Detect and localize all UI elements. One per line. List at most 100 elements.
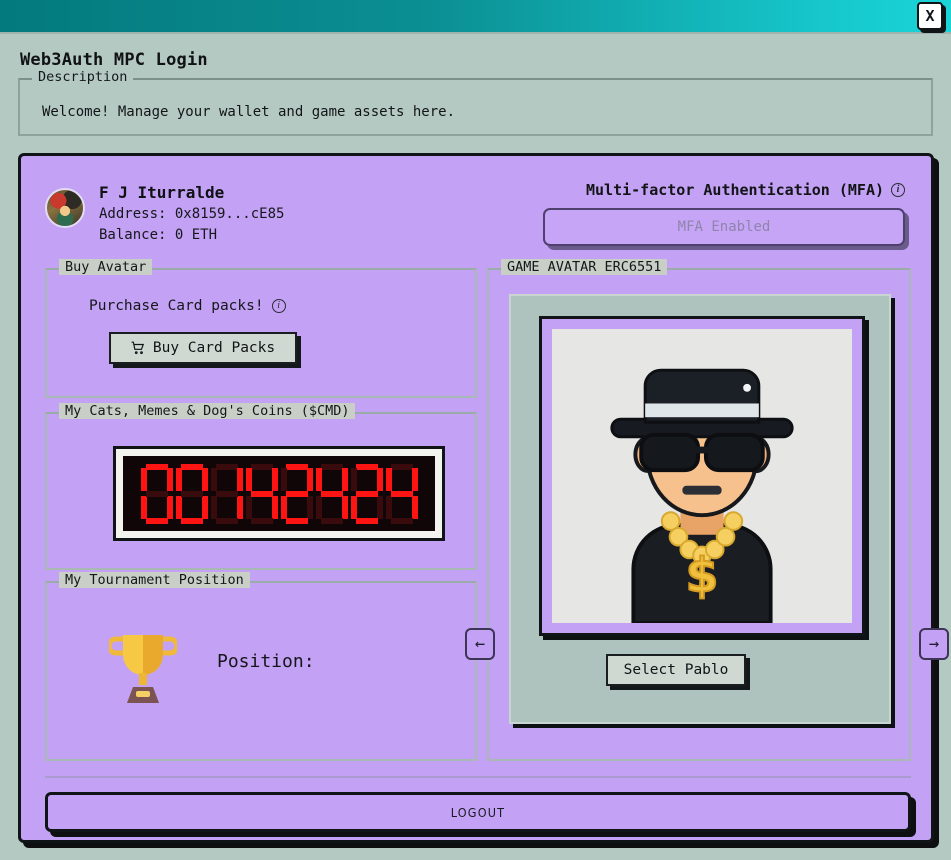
- description-group: Description Welcome! Manage your wallet …: [18, 69, 933, 136]
- led-digit: [140, 463, 174, 525]
- led-segment-f: [350, 467, 357, 491]
- led-segment-d: [285, 517, 308, 524]
- avatar: [45, 188, 85, 228]
- led-segment-a: [320, 463, 343, 470]
- led-segment-c: [341, 495, 348, 519]
- led-segment-b: [236, 467, 243, 491]
- led-digit: [175, 463, 209, 525]
- led-segment-c: [271, 495, 278, 519]
- led-segment-f: [385, 467, 392, 491]
- led-segment-d: [390, 517, 413, 524]
- description-text: Welcome! Manage your wallet and game ass…: [42, 104, 456, 120]
- game-avatar-inner-panel: $ Select Pablo: [509, 294, 891, 724]
- tournament-legend: My Tournament Position: [59, 572, 250, 588]
- led-segment-a: [285, 463, 308, 470]
- led-segment-g: [390, 490, 413, 497]
- game-avatar-legend: GAME AVATAR ERC6551: [501, 259, 668, 275]
- led-segment-d: [250, 517, 273, 524]
- led-segment-f: [175, 467, 182, 491]
- led-segment-d: [355, 517, 378, 524]
- buy-avatar-group: Buy Avatar Purchase Card packs! i Buy Ca…: [45, 259, 477, 398]
- led-digit: [350, 463, 384, 525]
- led-segment-g: [250, 490, 273, 497]
- buy-card-packs-button[interactable]: Buy Card Packs: [109, 332, 297, 364]
- led-segment-e: [385, 495, 392, 519]
- led-segment-g: [180, 490, 203, 497]
- led-segment-b: [271, 467, 278, 491]
- led-screen: [123, 456, 435, 531]
- arrow-left-icon[interactable]: ←: [465, 628, 495, 660]
- led-digit: [315, 463, 349, 525]
- led-segment-d: [320, 517, 343, 524]
- coins-group: My Cats, Memes & Dog's Coins ($CMD): [45, 403, 477, 570]
- led-segment-f: [315, 467, 322, 491]
- led-segment-e: [280, 495, 287, 519]
- profile-name: F J Iturralde: [99, 183, 225, 202]
- info-icon[interactable]: i: [891, 183, 905, 197]
- main-panel: F J Iturralde Address: 0x8159...cE85 Bal…: [18, 153, 949, 843]
- led-segment-e: [350, 495, 357, 519]
- close-button[interactable]: X: [917, 2, 943, 30]
- led-segment-c: [236, 495, 243, 519]
- tournament-position-label: Position:: [217, 651, 315, 672]
- game-avatar-image: $: [552, 329, 852, 623]
- divider: [45, 776, 911, 778]
- led-segment-b: [306, 467, 313, 491]
- led-segment-g: [215, 490, 238, 497]
- mfa-status-button[interactable]: MFA Enabled: [543, 208, 905, 246]
- led-segment-a: [390, 463, 413, 470]
- mfa-label-row: Multi-factor Authentication (MFA) i: [586, 181, 905, 199]
- led-digit: [280, 463, 314, 525]
- led-segment-g: [320, 490, 343, 497]
- led-segment-e: [210, 495, 217, 519]
- led-segment-a: [180, 463, 203, 470]
- game-avatar-frame: $: [539, 316, 865, 636]
- coins-legend: My Cats, Memes & Dog's Coins ($CMD): [59, 403, 356, 419]
- led-segment-f: [280, 467, 287, 491]
- led-segment-c: [411, 495, 418, 519]
- select-avatar-button[interactable]: Select Pablo: [606, 654, 746, 686]
- led-segment-c: [166, 495, 173, 519]
- trophy-icon: [109, 635, 177, 703]
- led-segment-g: [145, 490, 168, 497]
- led-segment-e: [140, 495, 147, 519]
- app-window: X Web3Auth MPC Login Description Welcome…: [0, 0, 951, 860]
- led-segment-e: [175, 495, 182, 519]
- led-segment-e: [245, 495, 252, 519]
- buy-avatar-prompt: Purchase Card packs!: [89, 298, 264, 314]
- led-segment-b: [411, 467, 418, 491]
- led-segment-a: [215, 463, 238, 470]
- tournament-group: My Tournament Position Position:: [45, 572, 477, 761]
- led-segment-e: [315, 495, 322, 519]
- led-segment-b: [376, 467, 383, 491]
- page-title: Web3Auth MPC Login: [20, 50, 208, 70]
- led-segment-d: [215, 517, 238, 524]
- led-segment-a: [145, 463, 168, 470]
- led-segment-a: [355, 463, 378, 470]
- led-digit: [245, 463, 279, 525]
- led-segment-c: [306, 495, 313, 519]
- arrow-right-icon[interactable]: →: [919, 628, 949, 660]
- description-legend: Description: [32, 69, 134, 85]
- led-segment-f: [245, 467, 252, 491]
- led-segment-d: [145, 517, 168, 524]
- led-segment-g: [285, 490, 308, 497]
- buy-avatar-prompt-row: Purchase Card packs! i: [89, 298, 286, 314]
- led-segment-c: [201, 495, 208, 519]
- led-segment-d: [180, 517, 203, 524]
- led-segment-f: [210, 467, 217, 491]
- led-segment-c: [376, 495, 383, 519]
- coin-counter-display: [113, 446, 445, 541]
- shopping-cart-icon: [131, 341, 144, 355]
- buy-card-packs-label: Buy Card Packs: [152, 340, 276, 356]
- led-segment-b: [166, 467, 173, 491]
- profile-balance: Balance: 0 ETH: [99, 227, 218, 243]
- position-label: Position:: [217, 651, 315, 672]
- profile-address: Address: 0x8159...cE85: [99, 206, 285, 222]
- led-segment-b: [341, 467, 348, 491]
- led-segment-g: [355, 490, 378, 497]
- led-digit: [210, 463, 244, 525]
- info-icon[interactable]: i: [271, 299, 286, 313]
- logout-button[interactable]: LOGOUT: [45, 792, 911, 832]
- buy-avatar-legend: Buy Avatar: [59, 259, 153, 275]
